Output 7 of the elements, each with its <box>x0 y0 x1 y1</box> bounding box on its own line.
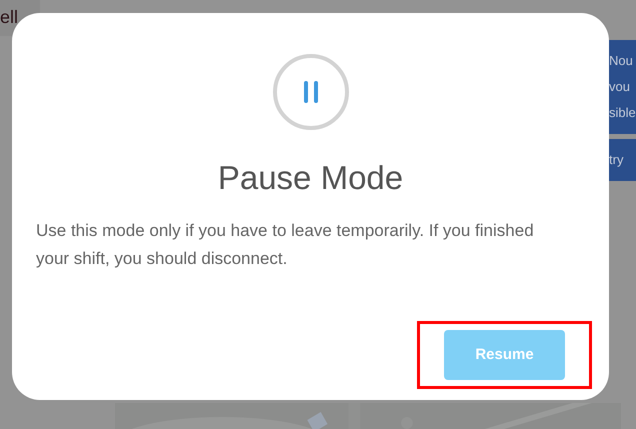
retry-button[interactable]: try <box>609 139 636 181</box>
notice-text: vou <box>609 78 631 96</box>
notice-text: Nou <box>609 52 634 70</box>
pause-icon <box>272 53 350 131</box>
notice-text: sible <box>609 104 636 122</box>
dialog-title: Pause Mode <box>218 159 404 197</box>
dialog-message: Use this mode only if you have to leave temporarily. If you finished your shift, you should disconnect. <box>36 220 535 270</box>
